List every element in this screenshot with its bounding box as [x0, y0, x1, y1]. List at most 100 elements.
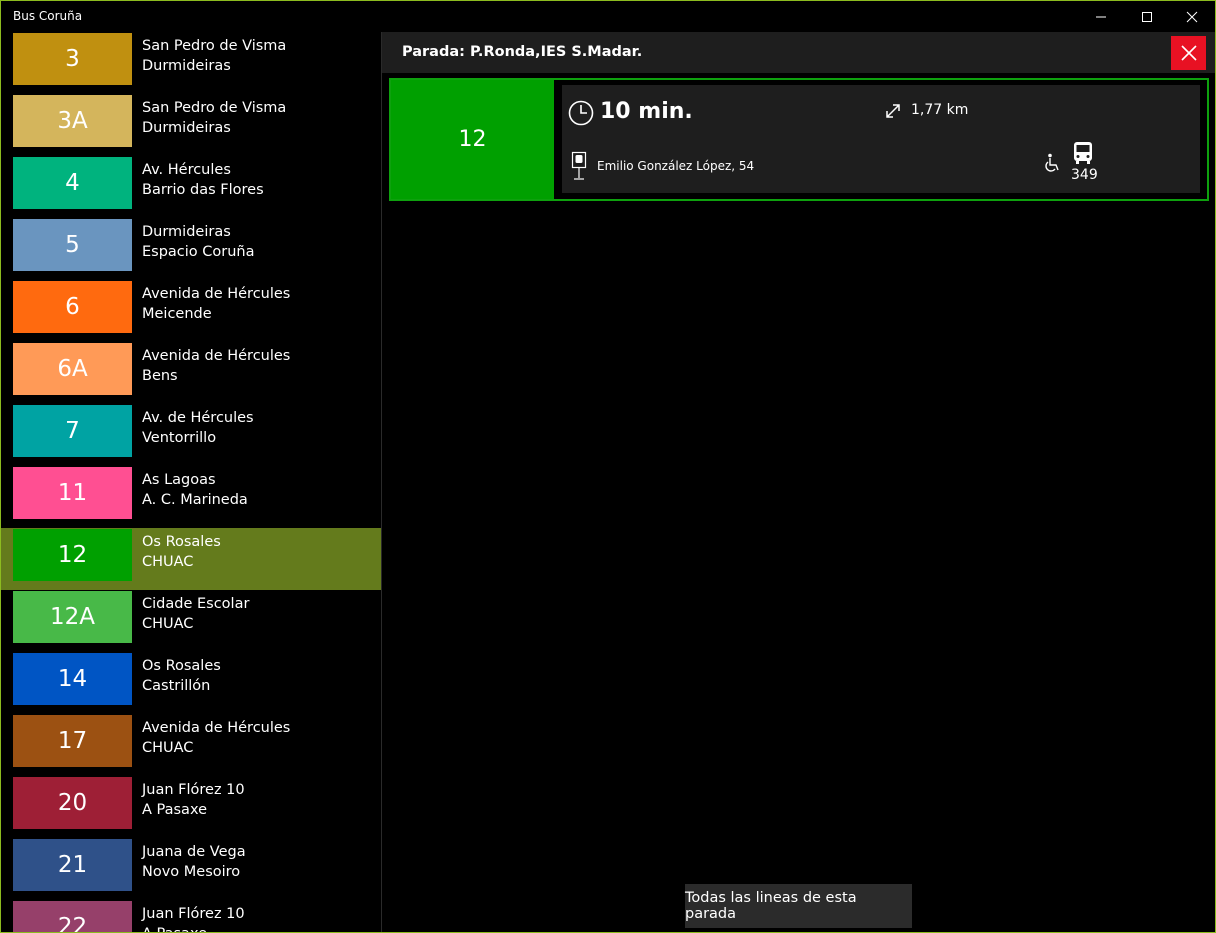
close-icon: [1186, 11, 1198, 22]
route-origin: Juan Flórez 10: [142, 782, 245, 798]
route-origin: Durmideiras: [142, 224, 231, 240]
app-window: Bus Coruña 3 San Pedro de Visma Durmideira…: [0, 0, 1216, 933]
minimize-icon: [1096, 16, 1106, 17]
route-origin: Av. de Hércules: [142, 410, 254, 426]
route-item-7[interactable]: 7 Av. de Hércules Ventorrillo: [1, 404, 381, 466]
route-names: Os Rosales Castrillón: [142, 656, 221, 696]
route-names: Juan Flórez 10 A Pasaxe: [142, 780, 245, 820]
bus-number: 349: [1071, 167, 1098, 183]
route-line-badge: 3: [13, 33, 132, 85]
app-title: Bus Coruña: [13, 9, 83, 23]
bus-stop-icon: [571, 151, 587, 180]
sidebar-divider: [381, 32, 382, 932]
route-names: Avenida de Hércules CHUAC: [142, 718, 290, 758]
route-destination: CHUAC: [142, 740, 194, 756]
route-names: Durmideiras Espacio Coruña: [142, 222, 255, 262]
route-item-12a[interactable]: 12A Cidade Escolar CHUAC: [1, 590, 381, 652]
route-item-6a[interactable]: 6A Avenida de Hércules Bens: [1, 342, 381, 404]
route-destination: A Pasaxe: [142, 802, 208, 818]
route-item-22[interactable]: 22 Juan Flórez 10 A Pasaxe: [1, 900, 381, 932]
route-origin: Av. Hércules: [142, 162, 231, 178]
route-line-badge: 11: [13, 467, 132, 519]
route-item-14[interactable]: 14 Os Rosales Castrillón: [1, 652, 381, 714]
route-line-badge: 6: [13, 281, 132, 333]
maximize-button[interactable]: [1124, 1, 1170, 32]
route-item-11[interactable]: 11 As Lagoas A. C. Marineda: [1, 466, 381, 528]
maximize-icon: [1142, 11, 1152, 22]
route-item-21[interactable]: 21 Juana de Vega Novo Mesoiro: [1, 838, 381, 900]
route-destination: Durmideiras: [142, 120, 231, 136]
route-names: San Pedro de Visma Durmideiras: [142, 98, 286, 138]
route-origin: Avenida de Hércules: [142, 348, 291, 364]
close-icon: [1180, 45, 1197, 61]
route-line-badge: 6A: [13, 343, 132, 395]
route-line-badge: 12A: [13, 591, 132, 643]
route-names: Os Rosales CHUAC: [142, 532, 221, 572]
route-origin: San Pedro de Visma: [142, 38, 287, 54]
minimize-button[interactable]: [1078, 1, 1124, 32]
route-line-badge: 22: [13, 901, 132, 932]
route-item-5[interactable]: 5 Durmideiras Espacio Coruña: [1, 218, 381, 280]
route-names: Juan Flórez 10 A Pasaxe: [142, 904, 245, 932]
route-destination: Bens: [142, 368, 178, 384]
route-destination: CHUAC: [142, 616, 194, 632]
route-origin: Os Rosales: [142, 534, 221, 550]
arrival-details: 10 min. 1,77 km Emilio González López, 5…: [562, 85, 1200, 193]
stop-title: Parada: P.Ronda,IES S.Madar.: [402, 44, 643, 60]
route-list[interactable]: 3 San Pedro de Visma Durmideiras 3A San Pedr…: [1, 32, 381, 932]
route-line-badge: 21: [13, 839, 132, 891]
route-item-6[interactable]: 6 Avenida de Hércules Meicende: [1, 280, 381, 342]
route-destination: A Pasaxe: [142, 924, 245, 932]
route-destination: Durmideiras: [142, 58, 231, 74]
route-line-badge: 3A: [13, 95, 132, 147]
route-names: Av. de Hércules Ventorrillo: [142, 408, 254, 448]
route-destination: Barrio das Flores: [142, 182, 264, 198]
window-close-button[interactable]: [1169, 1, 1215, 32]
route-destination: Ventorrillo: [142, 430, 217, 446]
route-line-badge: 4: [13, 157, 132, 209]
route-item-20[interactable]: 20 Juan Flórez 10 A Pasaxe: [1, 776, 381, 838]
route-names: Juana de Vega Novo Mesoiro: [142, 842, 246, 882]
route-origin: Juan Flórez 10: [142, 906, 245, 922]
route-destination: Novo Mesoiro: [142, 864, 241, 880]
route-names: As Lagoas A. C. Marineda: [142, 470, 248, 510]
route-origin: Os Rosales: [142, 658, 221, 674]
eta-time: 10 min.: [600, 99, 693, 124]
bus-icon: [1074, 142, 1092, 164]
route-line-badge: 14: [13, 653, 132, 705]
distance: 1,77 km: [911, 102, 969, 118]
route-item-4[interactable]: 4 Av. Hércules Barrio das Flores: [1, 156, 381, 218]
route-origin: San Pedro de Visma: [142, 100, 287, 116]
route-item-3[interactable]: 3 San Pedro de Visma Durmideiras: [1, 32, 381, 94]
route-names: Avenida de Hércules Bens: [142, 346, 290, 386]
wheelchair-icon: [1045, 153, 1059, 172]
route-origin: Juana de Vega: [142, 844, 246, 860]
route-line-badge: 12: [13, 529, 132, 581]
route-destination: CHUAC: [142, 554, 194, 570]
route-destination: Espacio Coruña: [142, 244, 255, 260]
route-destination: Meicende: [142, 306, 212, 322]
arrival-line-badge: 12: [391, 80, 554, 199]
current-position: Emilio González López, 54: [597, 159, 755, 173]
route-item-12[interactable]: 12 Os Rosales CHUAC: [1, 528, 381, 590]
route-names: Av. Hércules Barrio das Flores: [142, 160, 264, 200]
route-origin: Avenida de Hércules: [142, 286, 291, 302]
route-item-17[interactable]: 17 Avenida de Hércules CHUAC: [1, 714, 381, 776]
route-destination: Castrillón: [142, 678, 211, 694]
route-item-3a[interactable]: 3A San Pedro de Visma Durmideiras: [1, 94, 381, 156]
distance-arrows-icon: [886, 104, 900, 118]
all-lines-button[interactable]: Todas las lineas de esta parada: [685, 884, 912, 928]
route-line-badge: 17: [13, 715, 132, 767]
route-names: San Pedro de Visma Durmideiras: [142, 36, 286, 76]
stop-header: Parada: P.Ronda,IES S.Madar.: [382, 32, 1215, 73]
route-line-badge: 5: [13, 219, 132, 271]
route-origin: Avenida de Hércules: [142, 720, 291, 736]
route-origin: Cidade Escolar: [142, 596, 250, 612]
route-names: Avenida de Hércules Meicende: [142, 284, 290, 324]
clock-icon: [568, 100, 594, 126]
route-destination: A. C. Marineda: [142, 492, 248, 508]
arrival-item[interactable]: 12 10 min. 1,77 km Emilio González López…: [389, 78, 1209, 201]
route-line-badge: 7: [13, 405, 132, 457]
route-line-badge: 20: [13, 777, 132, 829]
close-stop-button[interactable]: [1171, 36, 1206, 70]
